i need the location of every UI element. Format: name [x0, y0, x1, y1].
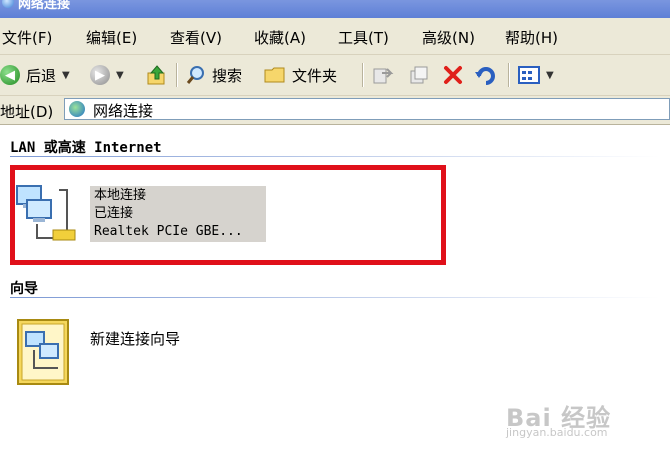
back-label: 后退 [26, 66, 57, 85]
baidu-watermark: Bai 经验 jingyan.baidu.com [506, 398, 646, 442]
connection-wizard-icon [17, 319, 69, 385]
move-to-icon [373, 68, 394, 84]
address-label: 地址(D) [0, 103, 54, 121]
new-connection-wizard-item[interactable]: 新建连接向导 [14, 318, 314, 388]
views-button[interactable]: ▼ [518, 63, 554, 87]
toolbar: ◀ 后退 ▼ ▶ ▼ 搜索 文件夹 ▼ [0, 55, 670, 96]
menu-file[interactable]: 文件(F) [2, 27, 52, 48]
delete-x-icon [444, 66, 462, 84]
network-globe-icon [69, 101, 85, 117]
group-header-lan: LAN 或高速 Internet [10, 140, 162, 156]
menu-favorites[interactable]: 收藏(A) [254, 27, 306, 48]
menu-tools[interactable]: 工具(T) [338, 27, 389, 48]
folders-button[interactable]: 文件夹 [264, 63, 337, 87]
undo-icon [475, 67, 495, 85]
watermark-url: jingyan.baidu.com [506, 426, 608, 439]
views-grid-icon [518, 66, 540, 84]
copy-to-icon [410, 66, 428, 84]
address-value: 网络连接 [93, 102, 154, 120]
group-header-wizard: 向导 [10, 281, 38, 297]
title-bar[interactable]: 网络连接 [0, 0, 670, 18]
folders-label: 文件夹 [292, 66, 338, 85]
connection-name: 本地连接 [94, 188, 147, 203]
window-title: 网络连接 [18, 0, 71, 12]
connection-details: 本地连接 已连接 Realtek PCIe GBE... [90, 186, 266, 242]
views-dropdown-icon[interactable]: ▼ [546, 70, 554, 81]
move-to-button[interactable] [372, 63, 394, 87]
connection-status: 已连接 [94, 206, 134, 221]
undo-button[interactable] [474, 63, 498, 87]
content-pane: LAN 或高速 Internet 本地连接 已连接 Realtek PCIe G… [0, 125, 670, 460]
address-bar: 地址(D) 网络连接 [0, 96, 670, 125]
group-divider [10, 156, 660, 157]
local-area-connection-item[interactable]: 本地连接 已连接 Realtek PCIe GBE... [15, 180, 266, 246]
up-folder-button[interactable] [146, 63, 168, 87]
back-button[interactable]: ◀ 后退 ▼ [0, 63, 70, 87]
forward-button[interactable]: ▶ ▼ [90, 63, 124, 87]
menu-edit[interactable]: 编辑(E) [86, 27, 137, 48]
address-input[interactable]: 网络连接 [64, 98, 670, 120]
search-label: 搜索 [212, 66, 243, 85]
connection-device: Realtek PCIe GBE... [94, 224, 243, 239]
menu-help[interactable]: 帮助(H) [505, 27, 558, 48]
copy-to-button[interactable] [408, 63, 430, 87]
forward-dropdown-icon[interactable]: ▼ [116, 70, 124, 81]
up-folder-icon [147, 65, 165, 85]
network-connections-icon [2, 0, 14, 8]
forward-arrow-icon: ▶ [90, 65, 110, 85]
network-computers-icon [16, 185, 76, 241]
menu-bar: 文件(F) 编辑(E) 查看(V) 收藏(A) 工具(T) 高级(N) 帮助(H… [0, 18, 670, 55]
search-button[interactable]: 搜索 [186, 63, 242, 87]
group-divider [10, 297, 660, 298]
back-dropdown-icon[interactable]: ▼ [62, 70, 70, 81]
wizard-label: 新建连接向导 [90, 330, 181, 348]
folder-icon [264, 67, 285, 83]
back-arrow-icon: ◀ [0, 65, 20, 85]
search-icon [186, 66, 204, 84]
menu-advanced[interactable]: 高级(N) [422, 27, 475, 48]
delete-button[interactable] [442, 63, 464, 87]
menu-view[interactable]: 查看(V) [170, 27, 222, 48]
